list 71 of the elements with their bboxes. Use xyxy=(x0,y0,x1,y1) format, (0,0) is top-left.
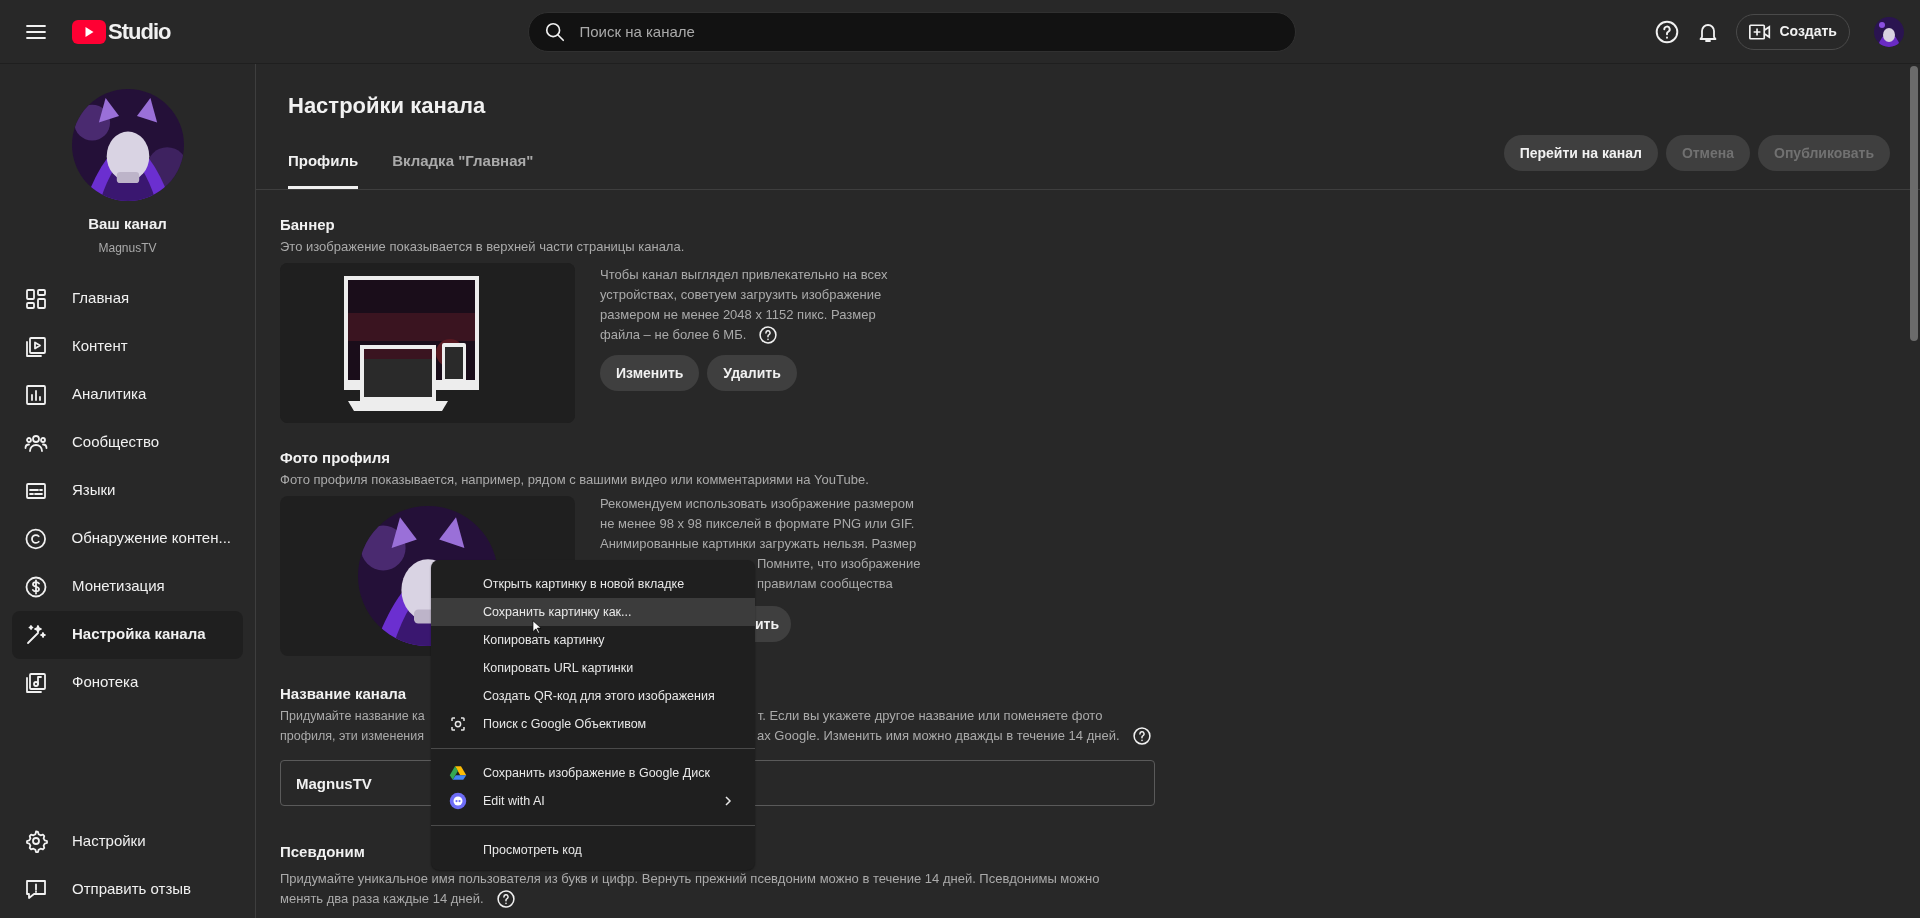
sidebar-item[interactable]: Главная xyxy=(12,274,243,323)
menu-item[interactable]: Сохранить картинку как... xyxy=(431,598,755,626)
feedback-icon xyxy=(24,877,48,901)
info-text: не менее 98 x 98 пикселей в формате PNG или GIF. xyxy=(600,515,915,534)
info-text: Рекомендуем использовать изображение размером xyxy=(600,495,914,514)
menu-item[interactable]: Копировать URL картинки xyxy=(431,654,755,682)
drive-icon xyxy=(449,764,467,782)
info-text: файла – не более 6 МБ. xyxy=(600,326,747,345)
dashboard-icon xyxy=(24,286,48,311)
info-text: правилам сообщества xyxy=(757,575,893,594)
info-text: размером не менее 2048 x 1152 пикс. Размер xyxy=(600,306,876,325)
action-button[interactable]: Удалить xyxy=(707,355,797,392)
action-button[interactable]: ить xyxy=(755,606,792,643)
tab[interactable]: Профиль xyxy=(288,135,359,190)
help-icon[interactable] xyxy=(1131,726,1152,747)
sidebar-item[interactable]: Отправить отзыв xyxy=(12,865,243,913)
menu-item[interactable]: Просмотреть код xyxy=(431,836,755,864)
magic-wand-icon xyxy=(24,622,48,647)
scrollbar[interactable] xyxy=(1910,66,1918,341)
menu-item[interactable]: Создать QR-код для этого изображения xyxy=(431,682,755,710)
sidebar-item[interactable]: Настройки xyxy=(12,817,243,865)
help-icon[interactable] xyxy=(1654,18,1681,45)
lens-icon xyxy=(449,715,467,733)
cursor-icon xyxy=(532,620,542,634)
section-heading: Баннер xyxy=(280,216,335,235)
menu-item[interactable]: Edit with AI xyxy=(431,787,755,815)
dollar-icon xyxy=(24,574,48,599)
info-text: Чтобы канал выглядел привлекательно на всех xyxy=(600,266,888,285)
settings-icon xyxy=(24,829,48,853)
action-button[interactable]: Изменить xyxy=(600,355,700,392)
tab[interactable]: Вкладка "Главная" xyxy=(392,135,534,190)
section-description: ах Google. Изменить имя можно дважды в течение 14 дней. xyxy=(757,727,1120,746)
section-description: Это изображение показывается в верхней части страницы канала. xyxy=(280,238,685,257)
section-description: Придумайте название ка xyxy=(280,708,425,726)
sidebar-item[interactable]: Обнаружение контен... xyxy=(12,514,243,563)
section-heading: Название канала xyxy=(280,685,407,704)
section-description: Придумайте уникальное имя пользователя из букв и цифр. Вернуть прежний псевдоним можно в течение 14 дней. Псевдонимы можно xyxy=(280,870,1100,889)
page-title: Настройки канала xyxy=(288,92,486,120)
help-icon[interactable] xyxy=(495,889,516,910)
logo[interactable]: Studio xyxy=(72,15,171,48)
menu-item[interactable]: Поиск с Google Объективом xyxy=(431,710,755,738)
info-text: устройствах, советуем загрузить изображение xyxy=(600,286,882,305)
section-description: менять два раза каждые 14 дней. xyxy=(280,890,484,909)
channel-handle: MagnusTV xyxy=(98,239,157,257)
section-description: т. Если вы укажете другое название или поменяете фото xyxy=(757,707,1103,726)
action-button[interactable]: Перейти на канал xyxy=(1503,135,1658,172)
video-plus-icon xyxy=(1749,22,1772,41)
info-text: Помните, что изображение xyxy=(757,555,921,574)
section-heading: Псевдоним xyxy=(280,843,365,862)
bar-chart-icon xyxy=(24,382,48,407)
menu-item[interactable]: Открыть картинку в новой вкладке xyxy=(431,570,755,598)
sidebar-item[interactable]: Аналитика xyxy=(12,370,243,419)
help-icon[interactable] xyxy=(758,325,779,346)
play-icon xyxy=(24,334,48,359)
menu-item[interactable]: Копировать картинку xyxy=(431,626,755,654)
sidebar-item[interactable]: Фонотека xyxy=(12,658,243,707)
channel-title: Ваш канал xyxy=(88,214,167,234)
info-text: Анимированные картинки загружать нельзя. Размер xyxy=(600,535,917,554)
section-description: профиля, эти изменения xyxy=(280,728,424,746)
copyright-icon xyxy=(24,526,48,551)
music-note-icon xyxy=(24,670,48,695)
menu-item[interactable]: Сохранить изображение в Google Диск xyxy=(431,759,755,787)
sidebar-item[interactable]: Языки xyxy=(12,466,243,515)
sidebar-item[interactable]: Сообщество xyxy=(12,418,243,467)
sidebar-item[interactable]: Настройка канала xyxy=(12,610,243,659)
section-heading: Фото профиля xyxy=(280,449,391,468)
section-description: Фото профиля показывается, например, рядом с вашими видео или комментариями на YouTube. xyxy=(280,471,869,490)
sidebar-item[interactable]: Монетизация xyxy=(12,562,243,611)
search-field[interactable]: Поиск на канале xyxy=(528,11,1297,52)
sidebar-item[interactable]: Контент xyxy=(12,322,243,371)
ai-icon xyxy=(449,792,467,810)
